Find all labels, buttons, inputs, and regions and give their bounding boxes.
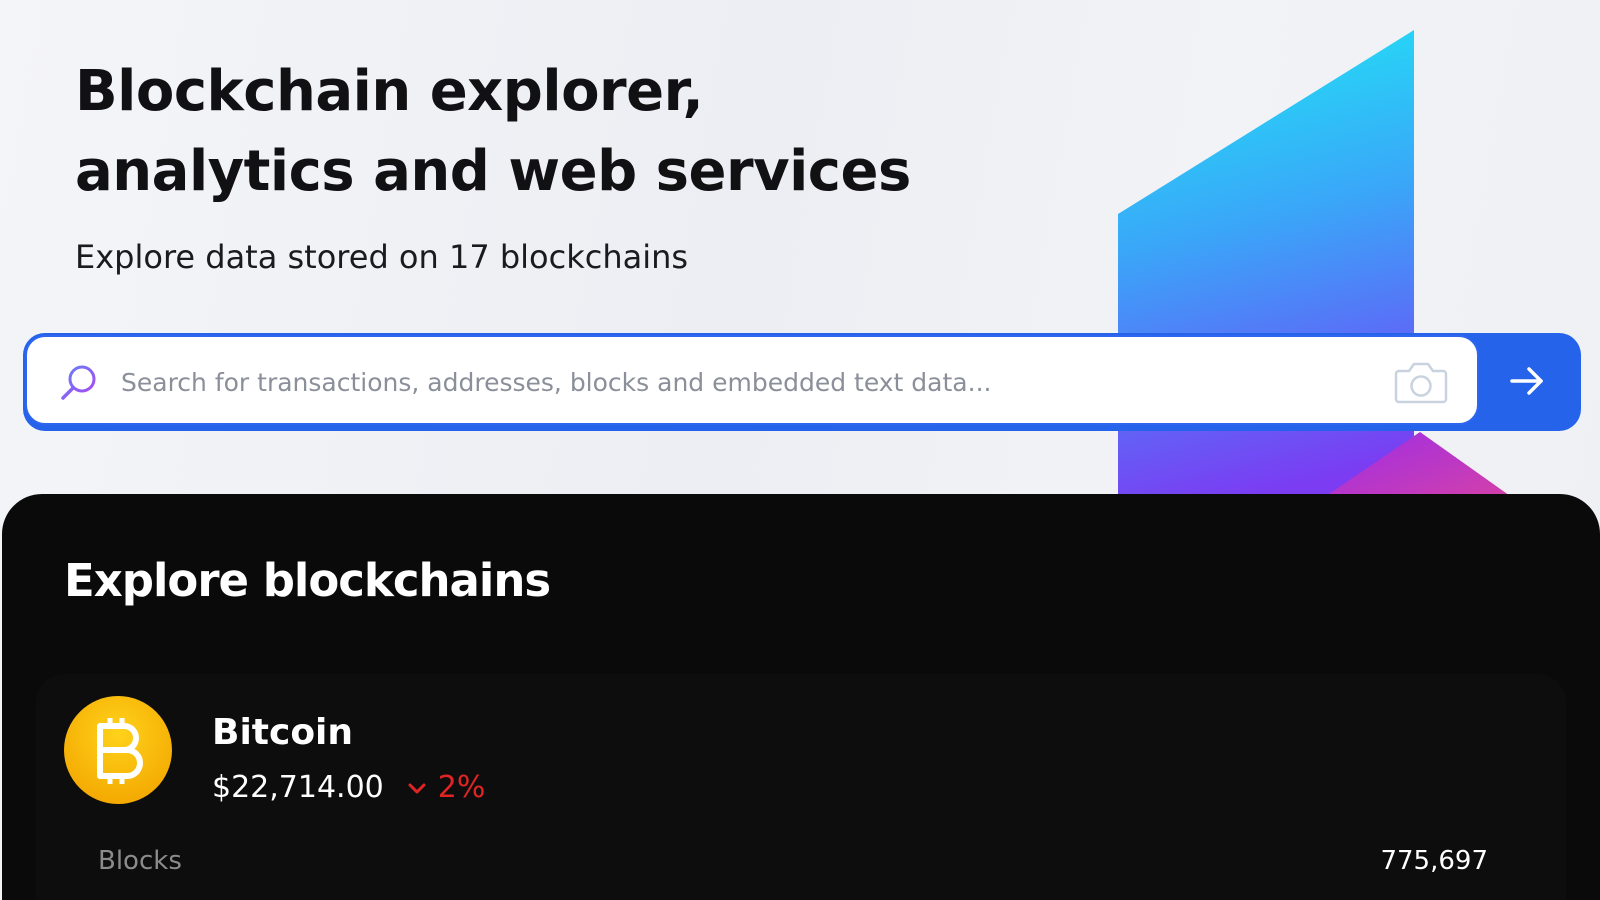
price-change-value: 2% — [437, 770, 486, 805]
chevron-down-icon — [408, 783, 426, 793]
coin-price-row: $22,714.00 2% — [212, 770, 485, 805]
search-field — [25, 335, 1479, 425]
explore-title: Explore blockchains — [64, 554, 551, 607]
price-change: 2% — [406, 770, 486, 805]
bitcoin-icon — [64, 696, 172, 804]
coin-price: $22,714.00 — [212, 770, 384, 805]
search-submit-button[interactable] — [1483, 333, 1581, 431]
camera-icon[interactable] — [1393, 359, 1449, 405]
chain-card-bitcoin[interactable]: Bitcoin $22,714.00 2% Blocks 775,697 — [36, 674, 1566, 900]
hero-title: Blockchain explorer, analytics and web s… — [75, 52, 975, 212]
arrow-right-icon — [1510, 367, 1543, 395]
hero-title-line-2: analytics and web services — [75, 139, 911, 204]
stat-value-blocks: 775,697 — [1380, 846, 1488, 876]
hero-title-line-1: Blockchain explorer, — [75, 59, 704, 124]
explore-panel: Explore blockchains Bitcoin $22,714.00 2… — [2, 494, 1600, 900]
search-input[interactable] — [119, 355, 1343, 409]
hero-subtitle: Explore data stored on 17 blockchains — [75, 238, 689, 276]
stat-label-blocks: Blocks — [98, 846, 182, 876]
search-icon — [61, 365, 96, 400]
coin-name: Bitcoin — [212, 712, 354, 753]
search-bar — [23, 333, 1581, 431]
